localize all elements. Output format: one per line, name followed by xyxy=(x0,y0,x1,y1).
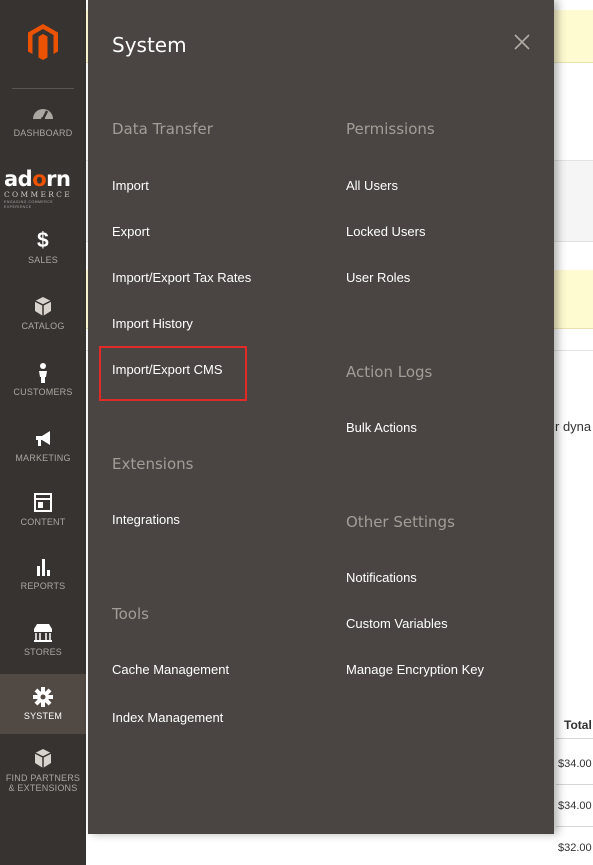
dollar-icon: $ xyxy=(37,229,49,252)
partial-text: r dyna xyxy=(555,419,592,434)
menu-link-export[interactable]: Export xyxy=(112,224,150,239)
adorn-commerce-logo[interactable]: adorn COMMERCE ENGAGING COMMERCE EXPERIE… xyxy=(4,168,82,218)
system-flyout-panel: System Data Transfer Import Export Impor… xyxy=(88,0,554,834)
magento-logo-icon[interactable] xyxy=(25,22,61,62)
menu-link-user-roles[interactable]: User Roles xyxy=(346,270,410,285)
nav-item-stores[interactable]: STORES xyxy=(0,622,86,657)
dashboard-icon xyxy=(33,109,53,121)
table-cell-total: $32.00 xyxy=(558,842,592,854)
panel-title: System xyxy=(112,33,187,57)
menu-link-index-management[interactable]: Index Management xyxy=(112,710,223,725)
close-icon[interactable] xyxy=(513,33,531,51)
section-title-extensions: Extensions xyxy=(112,455,194,473)
admin-sidebar: DASHBOARD adorn COMMERCE ENGAGING COMMER… xyxy=(0,0,86,865)
menu-link-import-history[interactable]: Import History xyxy=(112,316,193,331)
nav-item-reports[interactable]: REPORTS xyxy=(0,556,86,591)
nav-item-sales[interactable]: $ SALES xyxy=(0,229,86,266)
table-cell-total: $34.00 xyxy=(558,758,592,770)
nav-item-catalog[interactable]: CATALOG xyxy=(0,296,86,331)
section-title-action-logs: Action Logs xyxy=(346,363,433,381)
section-title-other-settings: Other Settings xyxy=(346,513,455,531)
person-icon xyxy=(39,363,47,383)
partners-box-icon xyxy=(34,749,52,768)
nav-item-dashboard[interactable]: DASHBOARD xyxy=(0,103,86,138)
table-cell-total: $34.00 xyxy=(558,800,592,812)
section-title-permissions: Permissions xyxy=(346,120,435,138)
column-header-total: Total xyxy=(564,718,592,732)
menu-link-import[interactable]: Import xyxy=(112,178,149,193)
nav-item-content[interactable]: CONTENT xyxy=(0,492,86,527)
storefront-icon xyxy=(34,624,52,642)
nav-item-customers[interactable]: CUSTOMERS xyxy=(0,362,86,397)
menu-link-locked-users[interactable]: Locked Users xyxy=(346,224,425,239)
menu-link-bulk-actions[interactable]: Bulk Actions xyxy=(346,420,417,435)
menu-link-notifications[interactable]: Notifications xyxy=(346,570,417,585)
section-title-data-transfer: Data Transfer xyxy=(112,120,213,138)
menu-link-custom-variables[interactable]: Custom Variables xyxy=(346,616,448,631)
menu-link-import-export-tax-rates[interactable]: Import/Export Tax Rates xyxy=(112,270,251,285)
nav-item-system[interactable]: SYSTEM xyxy=(0,674,86,734)
section-title-tools: Tools xyxy=(112,605,149,623)
menu-link-integrations[interactable]: Integrations xyxy=(112,512,180,527)
bar-chart-icon xyxy=(37,559,50,576)
menu-link-cache-management[interactable]: Cache Management xyxy=(112,662,229,677)
nav-item-marketing[interactable]: MARKETING xyxy=(0,428,86,463)
highlight-box xyxy=(99,346,247,401)
megaphone-icon xyxy=(36,431,50,446)
menu-link-manage-encryption-key[interactable]: Manage Encryption Key xyxy=(346,662,484,677)
layout-icon xyxy=(34,493,52,512)
nav-item-find-partners[interactable]: FIND PARTNERS & EXTENSIONS xyxy=(0,748,86,793)
gear-icon xyxy=(33,687,53,707)
menu-link-all-users[interactable]: All Users xyxy=(346,178,398,193)
box-icon xyxy=(34,297,52,316)
